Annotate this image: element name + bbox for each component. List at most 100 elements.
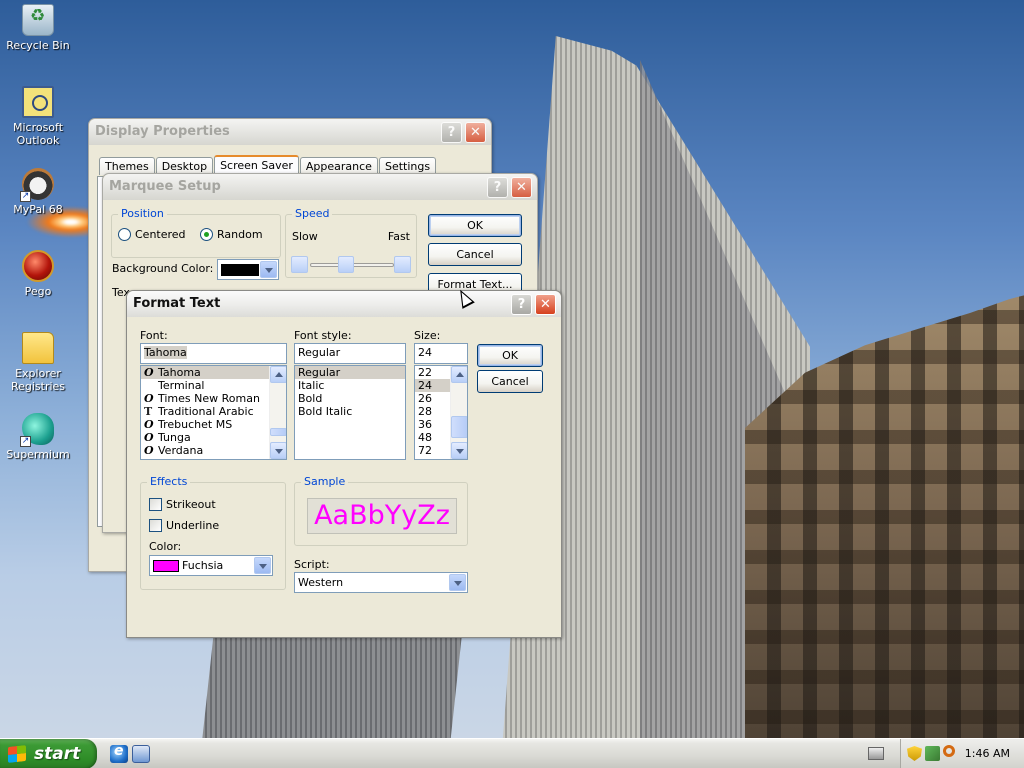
close-button[interactable]: ✕ [535, 294, 556, 315]
list-item[interactable]: T Traditional Arabic [141, 405, 286, 418]
desktop-icon-mypal[interactable]: ↗ MyPal 68 [0, 168, 76, 216]
desktop-icon-label: Explorer Registries [10, 367, 66, 393]
desktop-icon-supermium[interactable]: ↗ Supermium [0, 413, 76, 461]
desktop-icon-label: MyPal 68 [13, 203, 63, 216]
script-select[interactable]: Western [294, 572, 468, 593]
cancel-button[interactable]: Cancel [428, 243, 522, 266]
script-select-value: Western [298, 576, 344, 589]
radio-indicator-selected [200, 228, 213, 241]
window-title: Format Text [133, 296, 221, 311]
radio-centered[interactable]: Centered [118, 228, 186, 241]
font-input[interactable]: Tahoma [140, 343, 287, 364]
list-item[interactable]: O Tahoma [141, 366, 286, 379]
internet-explorer-icon[interactable] [110, 743, 128, 763]
list-item[interactable]: O Tunga [141, 431, 286, 444]
help-button[interactable]: ? [441, 122, 462, 143]
font-name: Terminal [158, 379, 205, 392]
pego-icon [22, 250, 54, 282]
radio-random[interactable]: Random [200, 228, 263, 241]
checkbox-label: Strikeout [166, 498, 216, 511]
format-text-dialog: Format Text ? ✕ Font: Tahoma O Tahoma Ter… [126, 290, 562, 638]
list-item[interactable]: Italic [295, 379, 405, 392]
radio-label: Centered [135, 228, 186, 241]
size-list-scrollbar[interactable] [450, 366, 467, 459]
font-name: Times New Roman [158, 392, 260, 405]
background-color-swatch [221, 263, 259, 276]
speed-legend: Speed [292, 207, 333, 220]
color-select[interactable]: Fuchsia [149, 555, 273, 576]
start-button[interactable]: start [0, 739, 97, 768]
help-button[interactable]: ? [511, 294, 532, 315]
format-text-titlebar[interactable]: Format Text ? ✕ [127, 291, 561, 317]
scroll-thumb[interactable] [451, 416, 467, 438]
desktop-icon-label: Microsoft Outlook [12, 121, 64, 147]
font-name: Tahoma [158, 366, 201, 379]
scroll-up-icon[interactable] [451, 366, 467, 383]
scroll-down-icon[interactable] [451, 442, 467, 459]
list-item[interactable]: O Verdana [141, 444, 286, 457]
font-style-list[interactable]: Regular Italic Bold Bold Italic [294, 365, 406, 460]
list-item[interactable]: O Trebuchet MS [141, 418, 286, 431]
show-desktop-icon[interactable] [132, 745, 150, 763]
chevron-down-icon [260, 261, 277, 278]
desktop-icon-outlook[interactable]: Microsoft Outlook [0, 86, 76, 147]
folder-icon [22, 332, 54, 364]
size-list[interactable]: 22 24 26 28 36 48 72 [414, 365, 468, 460]
close-button[interactable]: ✕ [511, 177, 532, 198]
desktop-icon-pego[interactable]: Pego [0, 250, 76, 298]
radio-indicator [118, 228, 131, 241]
font-list[interactable]: O Tahoma Terminal O Times New Roman T Tradi… [140, 365, 287, 460]
list-item[interactable]: Bold [295, 392, 405, 405]
mypal-browser-icon: ↗ [20, 168, 54, 202]
strikeout-checkbox[interactable]: Strikeout [149, 498, 216, 511]
list-item[interactable]: Regular [295, 366, 405, 379]
font-name: Tunga [158, 431, 191, 444]
security-shield-icon[interactable] [907, 746, 922, 761]
scroll-up-icon[interactable] [270, 366, 286, 383]
effects-groupbox: Effects Strikeout Underline Color: Fuchs… [140, 475, 286, 590]
clock[interactable]: 1:46 AM [965, 739, 1010, 768]
network-icon[interactable] [925, 746, 940, 761]
font-style-input[interactable]: Regular [294, 343, 406, 364]
opentype-font-icon: O [144, 444, 154, 457]
speed-slider-thumb[interactable] [338, 256, 354, 273]
speed-left-arrow-icon[interactable] [291, 256, 308, 273]
outlook-icon [22, 86, 54, 118]
marquee-setup-titlebar[interactable]: Marquee Setup ? ✕ [103, 174, 537, 200]
speed-right-arrow-icon[interactable] [394, 256, 411, 273]
font-label: Font: [140, 329, 168, 342]
scroll-thumb[interactable] [270, 428, 286, 436]
printer-icon[interactable] [868, 747, 884, 760]
speed-groupbox: Speed Slow Fast [285, 207, 417, 278]
window-title: Display Properties [95, 124, 230, 139]
underline-checkbox[interactable]: Underline [149, 519, 219, 532]
checkbox-label: Underline [166, 519, 220, 532]
position-legend: Position [118, 207, 167, 220]
font-list-scrollbar[interactable] [269, 366, 286, 459]
ok-button[interactable]: OK [428, 214, 522, 237]
list-item[interactable]: Terminal [141, 379, 286, 392]
speed-fast-label: Fast [387, 230, 410, 243]
chevron-down-icon [254, 557, 271, 574]
ok-button[interactable]: OK [477, 344, 543, 367]
color-label: Color: [149, 540, 182, 553]
scroll-down-icon[interactable] [270, 442, 286, 459]
font-name: Traditional Arabic [158, 405, 254, 418]
sample-groupbox: Sample AaBbYyZz [294, 475, 468, 546]
cancel-button[interactable]: Cancel [477, 370, 543, 393]
background-color-label: Background Color: [112, 262, 214, 275]
system-tray: 1:46 AM [900, 739, 1024, 768]
size-input[interactable]: 24 [414, 343, 468, 364]
close-button[interactable]: ✕ [465, 122, 486, 143]
list-item[interactable]: Bold Italic [295, 405, 405, 418]
desktop-icon-recycle-bin[interactable]: Recycle Bin [0, 4, 76, 52]
search-icon[interactable] [943, 745, 955, 757]
display-properties-titlebar[interactable]: Display Properties ? ✕ [89, 119, 491, 145]
background-color-select[interactable] [217, 259, 279, 280]
list-item[interactable]: O Times New Roman [141, 392, 286, 405]
position-groupbox: Position Centered Random [111, 207, 281, 258]
help-button[interactable]: ? [487, 177, 508, 198]
desktop-icon-explorer-registries[interactable]: Explorer Registries [0, 332, 76, 393]
window-title: Marquee Setup [109, 179, 221, 194]
supermium-browser-icon: ↗ [20, 413, 54, 447]
